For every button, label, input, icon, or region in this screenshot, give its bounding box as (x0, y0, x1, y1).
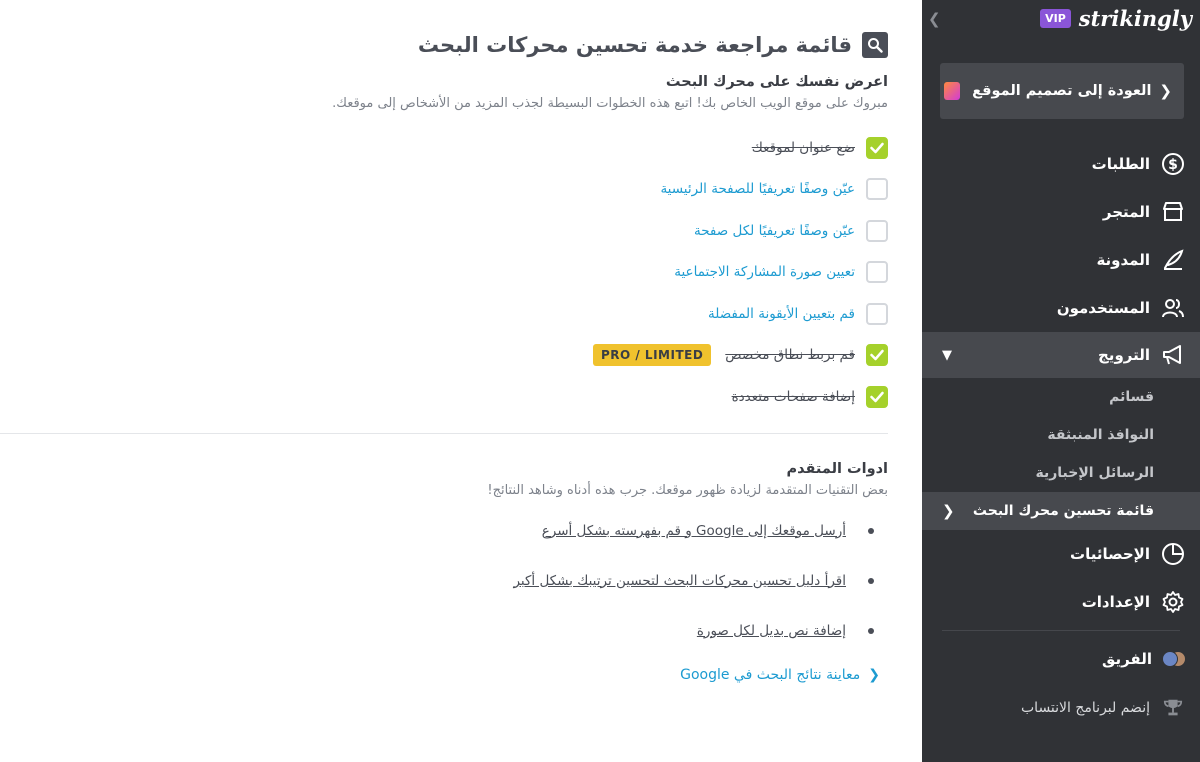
sidebar-item-label: المتجر (1102, 203, 1150, 221)
advanced-links-list: أرسل موقعك إلى Google و قم بفهرسته بشكل … (0, 506, 888, 656)
sidebar-divider (942, 630, 1180, 631)
section-subtitle: مبروك على موقع الويب الخاص بك! اتبع هذه … (332, 96, 888, 111)
bullet-icon (868, 627, 874, 634)
sidebar-item-analytics[interactable]: الإحصائيات (922, 530, 1200, 578)
sidebar-item-users[interactable]: المستخدمون (922, 284, 1200, 332)
checkbox-checked[interactable] (866, 385, 888, 408)
sidebar-item-label: الطلبات (1091, 155, 1150, 173)
chevron-left-icon: ❮ (868, 666, 880, 683)
list-item: أرسل موقعك إلى Google و قم بفهرسته بشكل … (0, 506, 888, 556)
sidebar-item-settings[interactable]: الإعدادات (922, 578, 1200, 626)
google-preview-toggle[interactable]: ❮ معاينة نتائج البحث في Google (0, 660, 888, 690)
vip-badge: VIP (1040, 9, 1071, 28)
checklist-item-site-title[interactable]: ضع عنوان لموقعك (0, 127, 888, 169)
seo-checklist-content: قائمة مراجعة خدمة تحسين محركات البحث اعر… (0, 28, 888, 690)
advanced-subtitle: بعض التقنيات المتقدمة لزيادة ظهور موقعك.… (487, 482, 888, 498)
gear-icon (1160, 589, 1186, 615)
chevron-left-icon: ❮ (1159, 82, 1172, 100)
chevron-down-icon: ▼ (942, 347, 952, 363)
checklist-item-home-description[interactable]: عيّن وصفًا تعريفيًا للصفحة الرئيسية (0, 169, 888, 211)
sidebar-item-label: المدونة (1096, 251, 1150, 269)
checkbox-unchecked[interactable] (866, 261, 888, 284)
checklist-item-multiple-pages[interactable]: إضافة صفحات متعددة (0, 376, 888, 418)
promotion-submenu: قسائم النوافذ المنبثقة الرسائل الإخبارية… (922, 378, 1200, 530)
team-avatars-icon (1162, 648, 1186, 670)
pro-limited-badge: PRO / LIMITED (592, 344, 712, 367)
checkbox-unchecked[interactable] (866, 302, 888, 325)
checklist-item-label: إضافة صفحات متعددة (731, 388, 855, 405)
sidebar: ❯ strikingly VIP ❮ العودة إلى تصميم المو… (922, 0, 1200, 762)
checklist-item-page-description[interactable]: عيّن وصفًا تعريفيًا لكل صفحة (0, 210, 888, 252)
checkbox-unchecked[interactable] (866, 219, 888, 242)
sidebar-item-promotion[interactable]: الترويج ▼ (922, 332, 1200, 378)
store-icon (1160, 199, 1186, 225)
sidebar-item-orders[interactable]: $ الطلبات (922, 140, 1200, 188)
svg-text:$: $ (1168, 157, 1178, 173)
section-divider (0, 432, 888, 434)
checklist-item-label: قم بربط نطاق مخصص (725, 347, 855, 364)
strikingly-logo[interactable]: strikingly (1079, 6, 1192, 31)
users-icon (1160, 295, 1186, 321)
affiliate-program-link[interactable]: إنضم لبرنامج الانتساب (922, 683, 1200, 733)
advanced-heading: ادوات المتقدم (786, 460, 888, 477)
checkbox-checked[interactable] (866, 136, 888, 159)
list-item: اقرأ دليل تحسين محركات البحث لتحسين ترتي… (0, 556, 888, 606)
checklist-item-favicon[interactable]: قم بتعيين الأيقونة المفضلة (0, 293, 888, 335)
sidebar-item-label: المستخدمون (1056, 299, 1150, 317)
checklist-item-social-image[interactable]: تعيين صورة المشاركة الاجتماعية (0, 252, 888, 294)
checklist-item-custom-domain[interactable]: قم بربط نطاق مخصص PRO / LIMITED (0, 335, 888, 377)
search-page-icon (862, 32, 888, 58)
sidebar-nav: $ الطلبات المتجر المدونة المستخدمون التر… (922, 140, 1200, 733)
checklist-item-label: ضع عنوان لموقعك (751, 139, 855, 156)
page-header: قائمة مراجعة خدمة تحسين محركات البحث (0, 28, 888, 62)
seo-guide-link[interactable]: اقرأ دليل تحسين محركات البحث لتحسين ترتي… (513, 573, 846, 589)
submit-to-google-link[interactable]: أرسل موقعك إلى Google و قم بفهرسته بشكل … (542, 523, 846, 539)
sidebar-item-blog[interactable]: المدونة (922, 236, 1200, 284)
affiliate-program-label: إنضم لبرنامج الانتساب (1021, 700, 1150, 716)
page-title: قائمة مراجعة خدمة تحسين محركات البحث (417, 33, 852, 57)
seo-checklist: ضع عنوان لموقعك عيّن وصفًا تعريفيًا للصف… (0, 127, 888, 418)
trophy-icon (1160, 695, 1186, 721)
sidebar-item-store[interactable]: المتجر (922, 188, 1200, 236)
section-heading: اعرض نفسك على محرك البحث (665, 74, 888, 90)
back-to-design-button[interactable]: ❮ العودة إلى تصميم الموقع (940, 63, 1184, 119)
sidebar-item-label: الإعدادات (1081, 593, 1150, 611)
design-icon (944, 82, 961, 100)
bullet-icon (868, 577, 874, 584)
megaphone-icon (1160, 342, 1186, 368)
app-root: قائمة مراجعة خدمة تحسين محركات البحث اعر… (0, 0, 1200, 762)
bullet-icon (868, 527, 874, 534)
sidebar-subitem-coupons[interactable]: قسائم (922, 378, 1200, 416)
google-preview-link[interactable]: معاينة نتائج البحث في Google (680, 667, 860, 683)
checklist-item-link[interactable]: عيّن وصفًا تعريفيًا لكل صفحة (694, 223, 855, 239)
checkbox-checked[interactable] (866, 344, 888, 367)
checkbox-unchecked[interactable] (866, 178, 888, 201)
sidebar-subitem-popups[interactable]: النوافذ المنبثقة (922, 416, 1200, 454)
back-button-label: العودة إلى تصميم الموقع (972, 83, 1152, 99)
pie-chart-icon (1160, 541, 1186, 567)
alt-text-link[interactable]: إضافة نص بديل لكل صورة (697, 623, 846, 639)
dollar-circle-icon: $ (1160, 151, 1186, 177)
sidebar-subitem-seo-checklist[interactable]: قائمة تحسين محرك البحث ❮ (922, 492, 1200, 530)
quill-icon (1160, 247, 1186, 273)
sidebar-subitem-newsletters[interactable]: الرسائل الإخبارية (922, 454, 1200, 492)
sidebar-subitem-label: قائمة تحسين محرك البحث (972, 503, 1154, 519)
list-item: إضافة نص بديل لكل صورة (0, 606, 888, 656)
checklist-item-link[interactable]: تعيين صورة المشاركة الاجتماعية (674, 264, 855, 280)
sidebar-item-label: الترويج (1098, 346, 1150, 364)
checklist-item-link[interactable]: عيّن وصفًا تعريفيًا للصفحة الرئيسية (660, 181, 855, 197)
main-panel: قائمة مراجعة خدمة تحسين محركات البحث اعر… (0, 0, 922, 762)
chevron-left-icon: ❮ (942, 502, 955, 520)
checklist-item-link[interactable]: قم بتعيين الأيقونة المفضلة (708, 306, 855, 322)
collapse-sidebar-icon[interactable]: ❯ (928, 10, 941, 28)
brand: strikingly VIP (1040, 6, 1192, 31)
sidebar-item-team[interactable]: الفريق (922, 635, 1200, 683)
sidebar-item-label: الإحصائيات (1070, 545, 1150, 563)
sidebar-item-label: الفريق (1101, 650, 1152, 668)
